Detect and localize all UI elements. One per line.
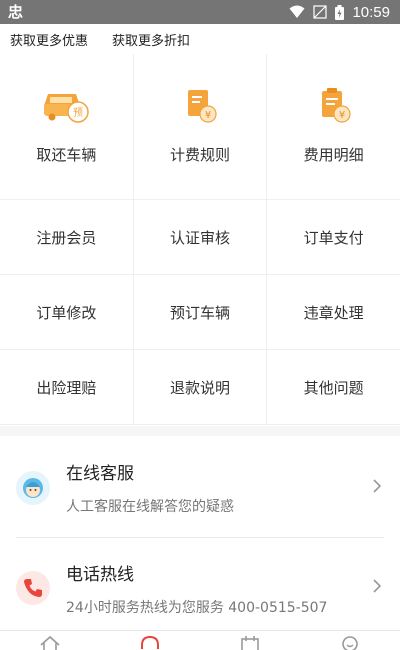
item-reserve-vehicle[interactable]: 预订车辆 xyxy=(134,275,268,349)
chevron-right-icon xyxy=(370,576,384,600)
more-offers-link[interactable]: 获取更多优惠 xyxy=(10,30,88,49)
contact-title: 在线客服 xyxy=(66,464,134,484)
nav-service[interactable] xyxy=(100,631,200,650)
feature-label: 计费规则 xyxy=(170,146,231,164)
more-discounts-link[interactable]: 获取更多折扣 xyxy=(112,30,190,49)
app-notification-glyph: 忠 xyxy=(8,3,24,21)
nav-home[interactable] xyxy=(0,631,100,650)
svg-text:¥: ¥ xyxy=(338,110,344,121)
home-icon xyxy=(39,635,61,650)
contact-title: 电话热线 xyxy=(66,564,134,585)
promo-links: 获取更多优惠 获取更多折扣 xyxy=(0,24,400,54)
item-verification[interactable]: 认证审核 xyxy=(134,200,268,274)
item-order-modify[interactable]: 订单修改 xyxy=(0,275,134,349)
feature-label: 取还车辆 xyxy=(36,146,97,164)
fee-details-icon: ¥ xyxy=(310,86,358,126)
billing-rules-icon: ¥ xyxy=(176,86,224,126)
service-grid: 预 取还车辆 ¥ 计费规则 ¥ 费用明细 注册会员 认证审核 订单支付 订单修改… xyxy=(0,54,400,425)
online-service-item[interactable]: 在线客服 人工客服在线解答您的疑惑 xyxy=(16,438,384,538)
grid-row: 订单修改 预订车辆 违章处理 xyxy=(0,275,400,350)
section-divider xyxy=(0,426,400,436)
battery-charging-icon xyxy=(335,4,345,20)
headset-icon xyxy=(139,635,161,650)
profile-icon xyxy=(339,635,361,650)
customer-service-icon xyxy=(16,470,50,505)
car-reserve-icon: 预 xyxy=(42,86,90,126)
item-order-payment[interactable]: 订单支付 xyxy=(267,200,400,274)
feature-row: 预 取还车辆 ¥ 计费规则 ¥ 费用明细 xyxy=(0,54,400,200)
no-signal-icon xyxy=(313,5,328,19)
feature-billing-rules[interactable]: ¥ 计费规则 xyxy=(134,54,268,199)
phone-hotline-item[interactable]: 电话热线 24小时服务热线为您服务 400-0515-507 xyxy=(16,538,384,638)
contact-subtitle: 24小时服务热线为您服务 400-0515-507 xyxy=(66,599,328,616)
grid-row: 出险理赔 退款说明 其他问题 xyxy=(0,350,400,425)
item-refund-info[interactable]: 退款说明 xyxy=(134,350,268,424)
feature-fee-details[interactable]: ¥ 费用明细 xyxy=(267,54,400,199)
wifi-icon xyxy=(289,5,305,19)
phone-icon xyxy=(16,571,50,605)
item-accident-claim[interactable]: 出险理赔 xyxy=(0,350,134,424)
item-register-member[interactable]: 注册会员 xyxy=(0,200,134,274)
nav-profile[interactable] xyxy=(300,631,400,650)
item-violation-handling[interactable]: 违章处理 xyxy=(267,275,400,349)
svg-text:¥: ¥ xyxy=(205,110,211,121)
item-other-questions[interactable]: 其他问题 xyxy=(267,350,400,424)
bottom-nav xyxy=(0,630,400,650)
feature-pickup-return[interactable]: 预 取还车辆 xyxy=(0,54,134,199)
grid-row: 注册会员 认证审核 订单支付 xyxy=(0,200,400,275)
chevron-right-icon xyxy=(370,476,384,500)
clock: 10:59 xyxy=(352,3,390,21)
feature-label: 费用明细 xyxy=(303,146,364,164)
svg-text:预: 预 xyxy=(73,107,83,119)
calendar-icon xyxy=(239,635,261,650)
contact-subtitle: 人工客服在线解答您的疑惑 xyxy=(66,499,234,515)
status-bar: 忠 10:59 xyxy=(0,0,400,24)
nav-orders[interactable] xyxy=(200,631,300,650)
